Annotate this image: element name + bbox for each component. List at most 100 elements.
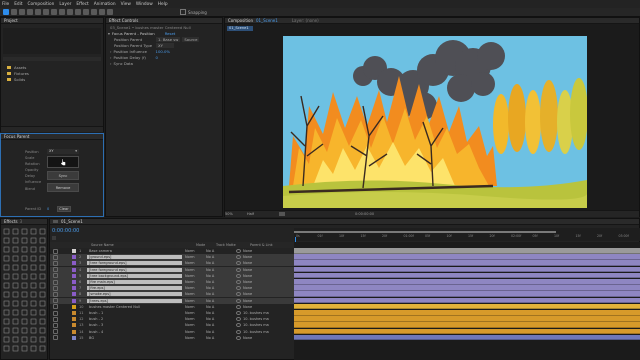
snapping-checkbox[interactable] bbox=[180, 9, 186, 15]
layer-duration-bar[interactable] bbox=[294, 291, 640, 297]
eye-icon[interactable] bbox=[53, 291, 58, 297]
pickwhip-icon[interactable] bbox=[236, 249, 241, 253]
layer-name[interactable]: [tree background.eps] bbox=[87, 273, 182, 278]
layer-parent-select[interactable]: 10. bushes ma bbox=[243, 311, 269, 315]
effect-preset-icon[interactable] bbox=[3, 309, 10, 316]
layer-mode-select[interactable]: Norm bbox=[185, 274, 203, 278]
label-color-swatch[interactable] bbox=[72, 249, 76, 253]
layer-duration-bar[interactable] bbox=[294, 328, 640, 335]
pickwhip-icon[interactable] bbox=[236, 261, 241, 266]
eye-icon[interactable] bbox=[53, 267, 58, 273]
layer-mode-select[interactable]: Norm bbox=[185, 286, 203, 290]
layer-parent-select[interactable]: None bbox=[243, 336, 252, 340]
layer-duration-bar[interactable] bbox=[294, 254, 640, 260]
effect-preset-icon[interactable] bbox=[3, 318, 10, 325]
layer-row[interactable]: 4 [tree foreground eps] Norm No A None bbox=[50, 266, 295, 273]
menu-composition[interactable]: Composition bbox=[28, 2, 55, 7]
effect-preset-icon[interactable] bbox=[30, 273, 37, 280]
effect-preset-icon[interactable] bbox=[30, 300, 37, 307]
eye-icon[interactable] bbox=[53, 310, 58, 316]
effect-preset-icon[interactable] bbox=[12, 336, 19, 343]
layer-duration-bar[interactable] bbox=[294, 334, 640, 341]
project-search-input[interactable] bbox=[3, 57, 101, 61]
sync-button[interactable]: Sync bbox=[47, 171, 79, 180]
eye-icon[interactable] bbox=[53, 335, 58, 341]
effect-controls-tab[interactable]: Effect Controls bbox=[109, 18, 138, 23]
eye-icon[interactable] bbox=[53, 279, 58, 285]
layer-trackmatte-select[interactable]: No A bbox=[206, 305, 236, 309]
effect-preset-icon[interactable] bbox=[3, 255, 10, 262]
effect-preset-icon[interactable] bbox=[12, 273, 19, 280]
influence-value[interactable]: 100.0% bbox=[156, 49, 170, 54]
layer-trackmatte-select[interactable]: No A bbox=[206, 299, 236, 303]
layer-parent-select[interactable]: None bbox=[243, 292, 252, 296]
layer-parent-select[interactable]: None bbox=[243, 280, 252, 284]
layer-tab[interactable]: Layer: (none) bbox=[292, 18, 319, 23]
remove-button[interactable]: Remove bbox=[47, 183, 79, 192]
header-source-name[interactable]: Source Name bbox=[91, 243, 114, 247]
layer-mode-select[interactable]: Norm bbox=[185, 261, 203, 265]
layer-name[interactable]: BG bbox=[87, 336, 182, 340]
camera-icon[interactable] bbox=[279, 212, 285, 216]
eye-icon[interactable] bbox=[53, 298, 58, 304]
effect-preset-icon[interactable] bbox=[12, 246, 19, 253]
comp-breadcrumb[interactable]: 01_Scene1 bbox=[227, 26, 253, 31]
menu-edit[interactable]: Edit bbox=[14, 2, 22, 7]
layer-duration-bar[interactable] bbox=[294, 297, 640, 304]
effect-preset-icon[interactable] bbox=[39, 246, 46, 253]
eye-icon[interactable] bbox=[53, 273, 58, 279]
layer-name[interactable]: [tree foreground eps] bbox=[87, 267, 182, 272]
menu-effect[interactable]: Effect bbox=[76, 2, 88, 7]
header-mode[interactable]: Mode bbox=[196, 243, 205, 247]
effect-preset-icon[interactable] bbox=[12, 291, 19, 298]
type-tool-icon[interactable] bbox=[67, 9, 73, 15]
layer-trackmatte-select[interactable]: No A bbox=[206, 280, 236, 284]
layer-name[interactable]: bushes master Centered Null bbox=[87, 305, 182, 309]
layer-row[interactable]: 9 [trees.eps] Norm No A None bbox=[50, 297, 295, 304]
parent-type-select[interactable]: XY bbox=[156, 42, 174, 48]
effect-preset-icon[interactable] bbox=[30, 318, 37, 325]
layer-row[interactable]: 6 [fire main.eps] Norm No A None bbox=[50, 279, 295, 285]
layer-name[interactable]: [tree foreground.eps] bbox=[87, 261, 182, 266]
pen-tool-icon[interactable] bbox=[59, 9, 65, 15]
layer-trackmatte-select[interactable]: No A bbox=[206, 292, 236, 296]
effect-preset-icon[interactable] bbox=[3, 282, 10, 289]
layer-trackmatte-select[interactable]: No A bbox=[206, 330, 236, 334]
effect-preset-icon[interactable] bbox=[3, 300, 10, 307]
pickwhip-icon[interactable] bbox=[236, 280, 241, 284]
layer-mode-select[interactable]: Norm bbox=[185, 268, 203, 272]
label-color-swatch[interactable] bbox=[72, 317, 76, 322]
layer-name[interactable]: bush - 3 bbox=[87, 323, 182, 327]
resolution-select[interactable]: Half bbox=[247, 212, 259, 216]
timeline-tab[interactable]: 01_Scene1 bbox=[61, 219, 83, 224]
effect-preset-icon[interactable] bbox=[21, 264, 28, 271]
label-color-swatch[interactable] bbox=[72, 298, 76, 303]
effect-preset-icon[interactable] bbox=[39, 273, 46, 280]
layer-mode-select[interactable]: Norm bbox=[185, 249, 203, 253]
pan-behind-tool-icon[interactable] bbox=[43, 9, 49, 15]
layer-mode-select[interactable]: Norm bbox=[185, 311, 203, 315]
eraser-tool-icon[interactable] bbox=[91, 9, 97, 15]
zoom-select[interactable]: 50% bbox=[225, 212, 235, 216]
layer-parent-select[interactable]: None bbox=[243, 268, 252, 272]
effect-preset-icon[interactable] bbox=[39, 237, 46, 244]
effect-row-sync-data[interactable]: › Sync Data bbox=[106, 60, 222, 66]
layer-parent-select[interactable]: None bbox=[243, 286, 252, 290]
layer-mode-select[interactable]: Norm bbox=[185, 317, 203, 321]
effect-preset-icon[interactable] bbox=[21, 300, 28, 307]
layer-mode-select[interactable]: Norm bbox=[185, 330, 203, 334]
layer-parent-select[interactable]: None bbox=[243, 249, 252, 253]
effect-preset-icon[interactable] bbox=[12, 300, 19, 307]
position-parent-source-select[interactable]: Source bbox=[182, 36, 200, 42]
layer-trackmatte-select[interactable]: No A bbox=[206, 274, 236, 278]
layer-trackmatte-select[interactable]: No A bbox=[206, 317, 236, 321]
camera-tool-icon[interactable] bbox=[35, 9, 41, 15]
effect-preset-icon[interactable] bbox=[21, 291, 28, 298]
effect-preset-icon[interactable] bbox=[12, 309, 19, 316]
puppet-tool-icon[interactable] bbox=[107, 9, 113, 15]
layer-duration-bar[interactable] bbox=[294, 285, 640, 291]
effect-preset-icon[interactable] bbox=[3, 237, 10, 244]
composition-viewer[interactable] bbox=[283, 36, 587, 208]
effect-preset-icon[interactable] bbox=[39, 345, 46, 352]
layer-trackmatte-select[interactable]: No A bbox=[206, 261, 236, 265]
